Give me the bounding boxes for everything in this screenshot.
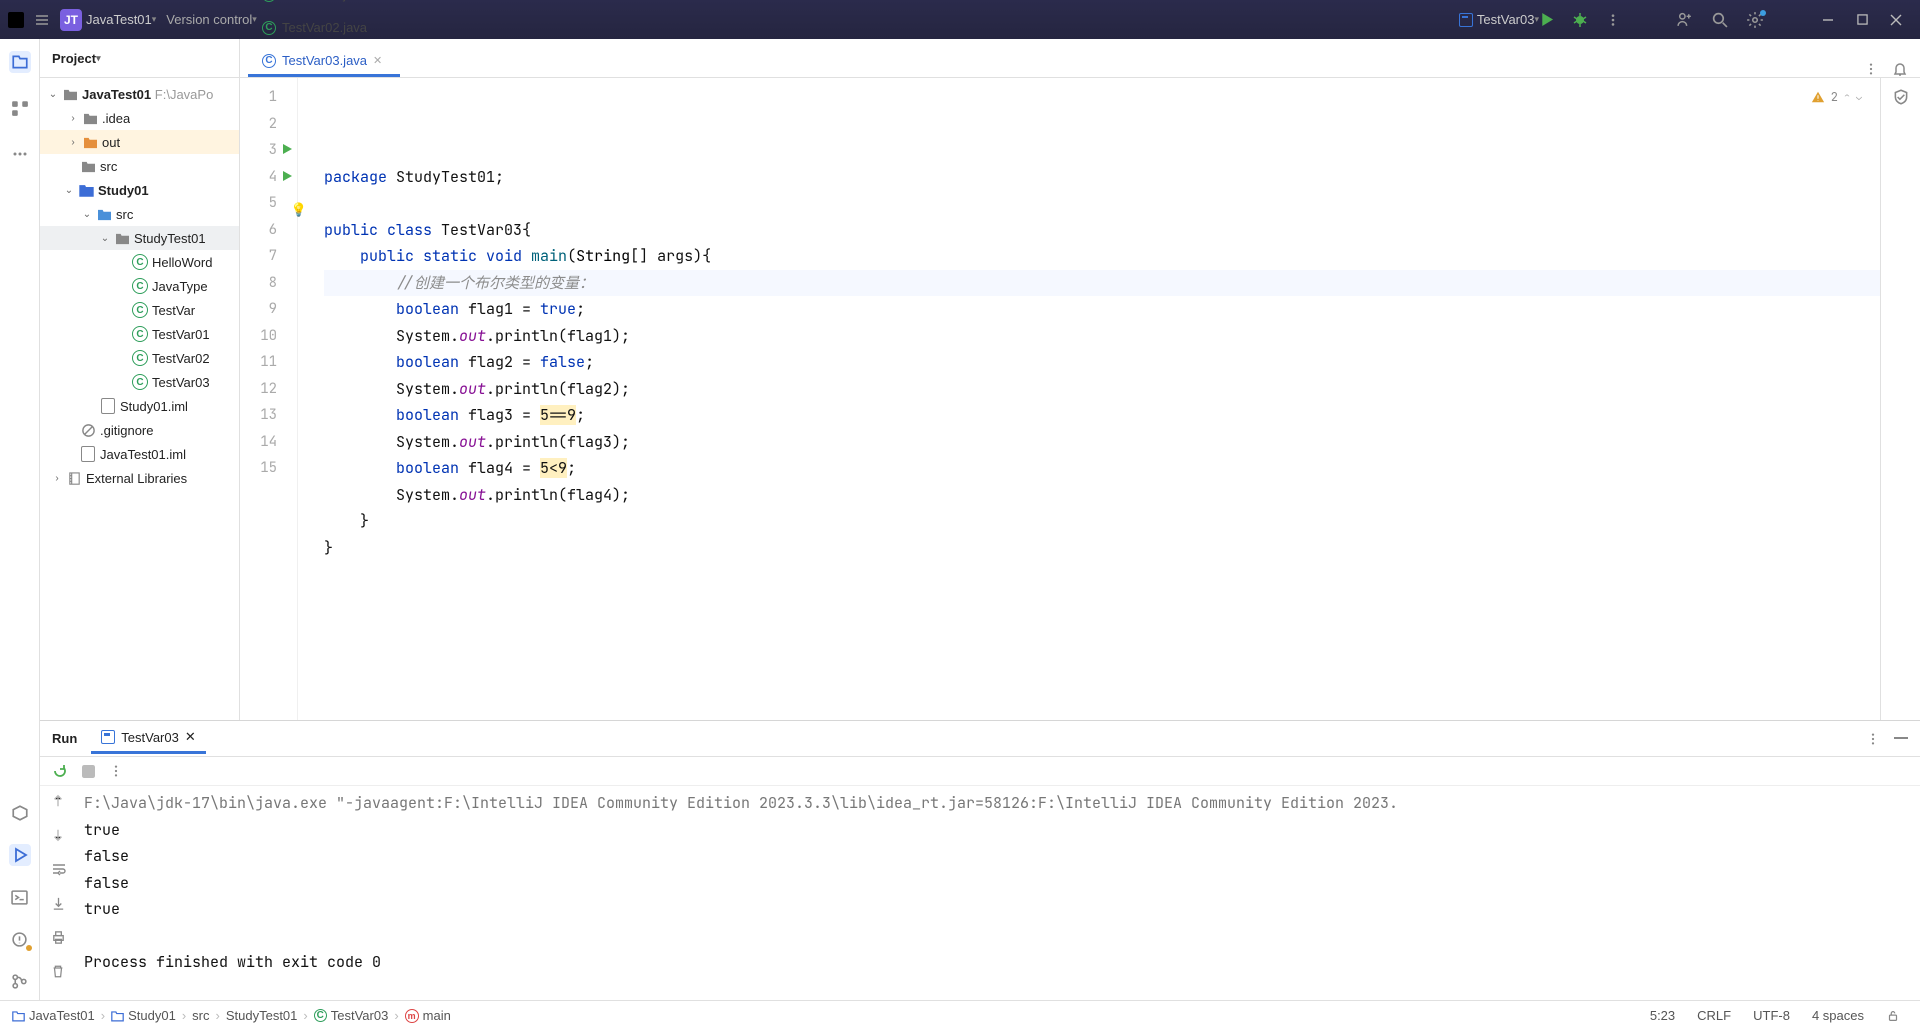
settings-icon[interactable] xyxy=(1746,11,1764,29)
chevron-down-icon[interactable]: ⌄ xyxy=(1856,84,1862,111)
search-icon[interactable] xyxy=(1711,11,1728,28)
inspection-widget[interactable]: 2 ⌃ ⌄ xyxy=(1811,84,1862,111)
trash-icon[interactable] xyxy=(51,964,69,982)
editor-tabs: CJavaType.javaCTestVar01.javaCTestVar02.… xyxy=(240,39,1920,78)
close-tab-icon[interactable]: ✕ xyxy=(373,54,382,67)
up-arrow-icon[interactable] xyxy=(51,794,69,812)
more-actions-icon[interactable] xyxy=(1606,13,1620,27)
run-config-icon xyxy=(101,730,115,744)
breadcrumb-item[interactable]: StudyTest01 xyxy=(226,1008,298,1023)
left-tool-rail xyxy=(0,39,40,1000)
notifications-icon[interactable] xyxy=(1892,61,1908,77)
run-more-icon[interactable] xyxy=(1866,732,1880,746)
close-tab-icon[interactable]: ✕ xyxy=(185,729,196,745)
code-with-me-icon[interactable] xyxy=(1676,11,1693,28)
project-badge: JT xyxy=(60,9,82,31)
run-config-selector[interactable]: TestVar03 ▾ xyxy=(1459,12,1539,27)
tree-idea-dir[interactable]: ›.idea xyxy=(40,106,239,130)
run-left-rail xyxy=(40,786,80,1000)
debug-button[interactable] xyxy=(1572,12,1588,28)
tree-study-src[interactable]: ⌄src xyxy=(40,202,239,226)
tree-class-file[interactable]: CHelloWord xyxy=(40,250,239,274)
line-separator[interactable]: CRLF xyxy=(1689,1008,1739,1023)
services-tool-button[interactable] xyxy=(9,802,31,824)
chevron-up-icon[interactable]: ⌃ xyxy=(1844,84,1850,111)
breadcrumb-item[interactable]: src xyxy=(192,1008,209,1023)
project-pane-header[interactable]: Project ▾ xyxy=(40,39,239,78)
tree-out-dir[interactable]: ›out xyxy=(40,130,239,154)
tree-iml-file[interactable]: Study01.iml xyxy=(40,394,239,418)
down-arrow-icon[interactable] xyxy=(51,828,69,846)
terminal-tool-button[interactable] xyxy=(9,886,31,908)
run-panel-title: Run xyxy=(52,731,77,746)
vcs-tool-button[interactable] xyxy=(9,970,31,992)
print-icon[interactable] xyxy=(51,930,69,948)
tree-root-iml[interactable]: JavaTest01.iml xyxy=(40,442,239,466)
tree-src-dir[interactable]: src xyxy=(40,154,239,178)
project-tree: ⌄JavaTest01 F:\JavaPo ›.idea ›out src ⌄S… xyxy=(40,78,239,490)
close-button[interactable] xyxy=(1888,12,1904,28)
structure-tool-button[interactable] xyxy=(9,97,31,119)
run-tab-label: TestVar03 xyxy=(121,730,179,745)
code-editor[interactable]: 2 ⌃ ⌄ package StudyTest01; public class … xyxy=(316,78,1880,720)
tree-external-libs[interactable]: ›External Libraries xyxy=(40,466,239,490)
tree-root[interactable]: ⌄JavaTest01 F:\JavaPo xyxy=(40,82,239,106)
editor-tab[interactable]: CTestVar03.java✕ xyxy=(248,44,400,77)
run-tab[interactable]: TestVar03 ✕ xyxy=(91,723,205,754)
more-tool-button[interactable] xyxy=(9,143,31,165)
chevron-down-icon: ▾ xyxy=(96,53,101,64)
tree-gitignore[interactable]: .gitignore xyxy=(40,418,239,442)
vcs-menu[interactable]: Version control ▾ xyxy=(166,12,257,27)
caret-position[interactable]: 5:23 xyxy=(1642,1008,1683,1023)
tree-package[interactable]: ⌄StudyTest01 xyxy=(40,226,239,250)
project-selector[interactable]: JT JavaTest01 ▾ xyxy=(60,9,156,31)
indent-settings[interactable]: 4 spaces xyxy=(1804,1008,1872,1023)
tree-class-file[interactable]: CJavaType xyxy=(40,274,239,298)
tab-more-icon[interactable] xyxy=(1864,62,1878,76)
run-panel: Run TestVar03 ✕ xyxy=(40,720,1920,1000)
breadcrumb-item[interactable]: Study01 xyxy=(111,1008,176,1023)
run-button[interactable] xyxy=(1539,12,1554,27)
maximize-button[interactable] xyxy=(1854,12,1870,28)
minimize-button[interactable] xyxy=(1820,12,1836,28)
file-encoding[interactable]: UTF-8 xyxy=(1745,1008,1798,1023)
more-run-actions-icon[interactable] xyxy=(109,764,123,778)
editor-tab[interactable]: CTestVar01.java xyxy=(248,0,400,11)
breadcrumb-item[interactable]: CTestVar03 xyxy=(314,1008,389,1023)
statusbar: JavaTest01›Study01›src›StudyTest01›CTest… xyxy=(0,1000,1920,1030)
tree-study-module[interactable]: ⌄Study01 xyxy=(40,178,239,202)
readonly-toggle-icon[interactable] xyxy=(1878,1009,1908,1023)
app-logo-icon xyxy=(8,12,24,28)
console-output[interactable]: F:\Java\jdk-17\bin\java.exe "-javaagent:… xyxy=(80,786,1920,1000)
editor-right-rail xyxy=(1880,78,1920,720)
run-tool-button[interactable] xyxy=(9,844,31,866)
breadcrumb-item[interactable]: mmain xyxy=(405,1008,451,1023)
rerun-button[interactable] xyxy=(52,763,68,779)
run-config-icon xyxy=(1459,13,1473,27)
tree-class-file[interactable]: CTestVar02 xyxy=(40,346,239,370)
warning-count: 2 xyxy=(1831,84,1838,111)
tree-class-file[interactable]: CTestVar xyxy=(40,298,239,322)
main-menu-icon[interactable] xyxy=(34,12,50,28)
stop-button[interactable] xyxy=(82,765,95,778)
soft-wrap-icon[interactable] xyxy=(51,862,69,880)
project-tool-button[interactable] xyxy=(9,51,31,73)
project-pane: Project ▾ ⌄JavaTest01 F:\JavaPo ›.idea ›… xyxy=(40,39,240,720)
hide-panel-icon[interactable] xyxy=(1894,737,1908,740)
problems-tool-button[interactable] xyxy=(9,928,31,950)
editor-area: CJavaType.javaCTestVar01.javaCTestVar02.… xyxy=(240,39,1920,720)
breadcrumb-item[interactable]: JavaTest01 xyxy=(12,1008,95,1023)
tree-class-file[interactable]: CTestVar01 xyxy=(40,322,239,346)
project-name-label: JavaTest01 xyxy=(86,12,152,27)
tree-class-file[interactable]: CTestVar03 xyxy=(40,370,239,394)
run-config-label: TestVar03 xyxy=(1477,12,1535,27)
chevron-down-icon: ▾ xyxy=(152,14,157,25)
project-pane-title: Project xyxy=(52,51,96,66)
scroll-to-end-icon[interactable] xyxy=(51,896,69,914)
editor-tab[interactable]: CTestVar02.java xyxy=(248,11,400,44)
gutter[interactable]: 12345💡6789101112131415 xyxy=(240,78,298,720)
shield-icon[interactable] xyxy=(1892,88,1910,106)
breadcrumbs[interactable]: JavaTest01›Study01›src›StudyTest01›CTest… xyxy=(12,1008,451,1023)
vcs-label: Version control xyxy=(166,12,252,27)
